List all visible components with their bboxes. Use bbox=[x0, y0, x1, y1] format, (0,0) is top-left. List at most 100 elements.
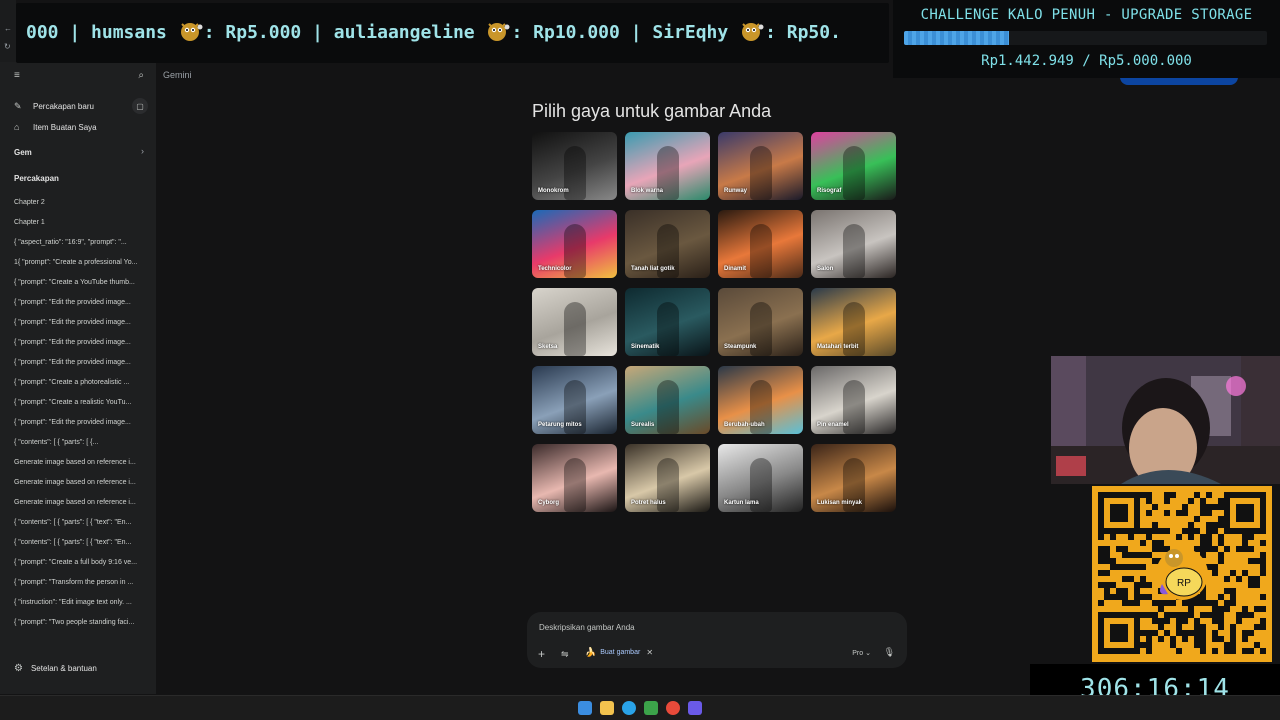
chat-history-item[interactable]: { "prompt": "Create a photorealistic ... bbox=[14, 373, 148, 393]
hamburger-icon[interactable]: ≡ bbox=[14, 70, 20, 81]
style-tile[interactable]: Blok warna bbox=[625, 132, 710, 200]
style-tile[interactable]: Berubah-ubah bbox=[718, 366, 803, 434]
style-tile[interactable]: Salon bbox=[811, 210, 896, 278]
sidebar: ≡ ⌕ ✎ Percakapan baru ▢ ⌂ Item Buatan Sa… bbox=[0, 62, 156, 694]
microphone-icon[interactable]: 🎙 bbox=[884, 647, 895, 658]
refresh-icon[interactable]: ↻ bbox=[4, 42, 11, 51]
chat-history-item[interactable]: Chapter 2 bbox=[14, 193, 148, 213]
chat-history-item[interactable]: { "contents": [ { "parts": [ { "text": "… bbox=[14, 513, 148, 533]
challenge-panel: CHALLENGE KALO PENUH - UPGRADE STORAGE R… bbox=[893, 0, 1280, 78]
chat-history-item[interactable]: { "prompt": "Edit the provided image... bbox=[14, 313, 148, 333]
app-title: Gemini bbox=[163, 70, 192, 80]
style-tile[interactable]: Pin enamel bbox=[811, 366, 896, 434]
page-title: Pilih gaya untuk gambar Anda bbox=[532, 101, 772, 121]
chat-history-item[interactable]: { "contents": [ { "parts": [ {... bbox=[14, 433, 148, 453]
style-grid: Monokrom Blok warna Runway Risograf Technico… bbox=[532, 132, 898, 512]
edge-browser-icon[interactable] bbox=[622, 701, 636, 715]
chat-history-item[interactable]: { "prompt": "Create a realistic YouTu... bbox=[14, 393, 148, 413]
chat-history-item[interactable]: Chapter 1 bbox=[14, 213, 148, 233]
style-thumbnail-figure bbox=[750, 146, 772, 200]
style-tile[interactable]: Sketsa bbox=[532, 288, 617, 356]
chat-history-item[interactable]: { "prompt": "Create a full body 9:16 ve.… bbox=[14, 553, 148, 573]
chat-history-item[interactable]: Generate image based on reference i... bbox=[14, 493, 148, 513]
qr-code-image: RP bbox=[1098, 492, 1266, 654]
browser-edge: ← ↻ bbox=[0, 0, 16, 62]
chat-history-item[interactable]: Generate image based on reference i... bbox=[14, 473, 148, 493]
media-player-icon[interactable] bbox=[644, 701, 658, 715]
chat-history-item[interactable]: { "prompt": "Edit the provided image... bbox=[14, 333, 148, 353]
mascot-emoji-icon bbox=[742, 23, 764, 41]
new-chat-button[interactable]: ✎ Percakapan baru bbox=[14, 101, 94, 112]
style-tile[interactable]: Matahari terbit bbox=[811, 288, 896, 356]
chevron-right-icon[interactable]: › bbox=[141, 146, 144, 156]
style-tile[interactable]: Dinamit bbox=[718, 210, 803, 278]
style-tile-label: Risograf bbox=[817, 188, 842, 194]
settings-button[interactable]: ⚙ Setelan & bantuan bbox=[14, 663, 97, 674]
model-selector[interactable]: Pro ⌄ bbox=[852, 649, 871, 657]
style-tile-label: Kartun lama bbox=[724, 500, 759, 506]
style-tile[interactable]: Runway bbox=[718, 132, 803, 200]
style-tile-label: Petarung mitos bbox=[538, 422, 582, 428]
challenge-progress-bar bbox=[904, 31, 1267, 45]
style-tile-label: Blok warna bbox=[631, 188, 664, 194]
style-tile[interactable]: Risograf bbox=[811, 132, 896, 200]
chat-history-item[interactable]: { "prompt": "Transform the person in ... bbox=[14, 573, 148, 593]
gem-section-title[interactable]: Gem bbox=[14, 148, 32, 157]
gear-icon: ⚙ bbox=[14, 663, 23, 674]
close-icon[interactable]: ✕ bbox=[646, 648, 653, 657]
style-tile-label: Monokrom bbox=[538, 188, 569, 194]
back-icon[interactable]: ← bbox=[4, 24, 12, 33]
style-thumbnail-figure bbox=[564, 458, 586, 512]
style-thumbnail-figure bbox=[843, 224, 865, 278]
prompt-input[interactable]: Deskripsikan gambar Anda bbox=[539, 623, 635, 632]
chat-history-item[interactable]: { "contents": [ { "parts": [ { "text": "… bbox=[14, 533, 148, 553]
new-chat-label: Percakapan baru bbox=[33, 102, 94, 111]
style-tile[interactable]: Monokrom bbox=[532, 132, 617, 200]
style-tile[interactable]: Surealis bbox=[625, 366, 710, 434]
search-icon[interactable]: ⌕ bbox=[138, 70, 144, 81]
windows-start-icon[interactable] bbox=[578, 701, 592, 715]
chat-history-item[interactable]: { "prompt": "Two people standing faci... bbox=[14, 613, 148, 633]
chrome-icon[interactable] bbox=[666, 701, 680, 715]
my-items-button[interactable]: ⌂ Item Buatan Saya bbox=[14, 122, 97, 132]
style-tile[interactable]: Petarung mitos bbox=[532, 366, 617, 434]
temporary-chat-icon[interactable]: ▢ bbox=[132, 98, 148, 114]
style-tile[interactable]: Sinematik bbox=[625, 288, 710, 356]
style-thumbnail-figure bbox=[843, 146, 865, 200]
chat-history-item[interactable]: { "prompt": "Create a YouTube thumb... bbox=[14, 273, 148, 293]
create-image-chip[interactable]: 🍌 Buat gambar ✕ bbox=[585, 647, 653, 658]
sidebar-top: ≡ ⌕ bbox=[14, 70, 144, 81]
style-tile-label: Surealis bbox=[631, 422, 655, 428]
challenge-amount: Rp1.442.949 / Rp5.000.000 bbox=[981, 53, 1192, 69]
style-tile[interactable]: Cyborg bbox=[532, 444, 617, 512]
style-tile-label: Runway bbox=[724, 188, 748, 194]
style-tile[interactable]: Lukisan minyak bbox=[811, 444, 896, 512]
chat-history-item[interactable]: { "instruction": "Edit image text only. … bbox=[14, 593, 148, 613]
style-thumbnail-figure bbox=[564, 302, 586, 356]
screen: ≡ ⌕ ✎ Percakapan baru ▢ ⌂ Item Buatan Sa… bbox=[0, 0, 1280, 720]
chat-history-item[interactable]: 1{ "prompt": "Create a professional Yo..… bbox=[14, 253, 148, 273]
style-tile[interactable]: Steampunk bbox=[718, 288, 803, 356]
style-tile[interactable]: Kartun lama bbox=[718, 444, 803, 512]
discord-icon[interactable] bbox=[688, 701, 702, 715]
chat-history-item[interactable]: Generate image based on reference i... bbox=[14, 453, 148, 473]
style-tile-label: Sinematik bbox=[631, 344, 660, 350]
style-tile-label: Steampunk bbox=[724, 344, 757, 350]
style-tile-label: Salon bbox=[817, 266, 834, 272]
style-tile-label: Sketsa bbox=[538, 344, 558, 350]
style-tile-label: Potret halus bbox=[631, 500, 666, 506]
style-tile[interactable]: Potret halus bbox=[625, 444, 710, 512]
add-icon[interactable]: + bbox=[538, 647, 545, 661]
chat-history-item[interactable]: { "prompt": "Edit the provided image... bbox=[14, 293, 148, 313]
qr-code[interactable]: RP bbox=[1092, 486, 1272, 662]
ticker-segment: : Rp5.000 | auliaangeline bbox=[203, 22, 486, 43]
chat-history-item[interactable]: { "aspect_ratio": "16:9", "prompt": "... bbox=[14, 233, 148, 253]
style-tile[interactable]: Tanah liat gotik bbox=[625, 210, 710, 278]
style-tile-label: Technicolor bbox=[538, 266, 572, 272]
style-tile[interactable]: Technicolor bbox=[532, 210, 617, 278]
chat-history-item[interactable]: { "prompt": "Edit the provided image... bbox=[14, 353, 148, 373]
tools-icon[interactable]: ⇋ bbox=[561, 649, 569, 660]
upgrade-button[interactable] bbox=[1120, 77, 1238, 85]
chat-history-item[interactable]: { "prompt": "Edit the provided image... bbox=[14, 413, 148, 433]
file-explorer-icon[interactable] bbox=[600, 701, 614, 715]
